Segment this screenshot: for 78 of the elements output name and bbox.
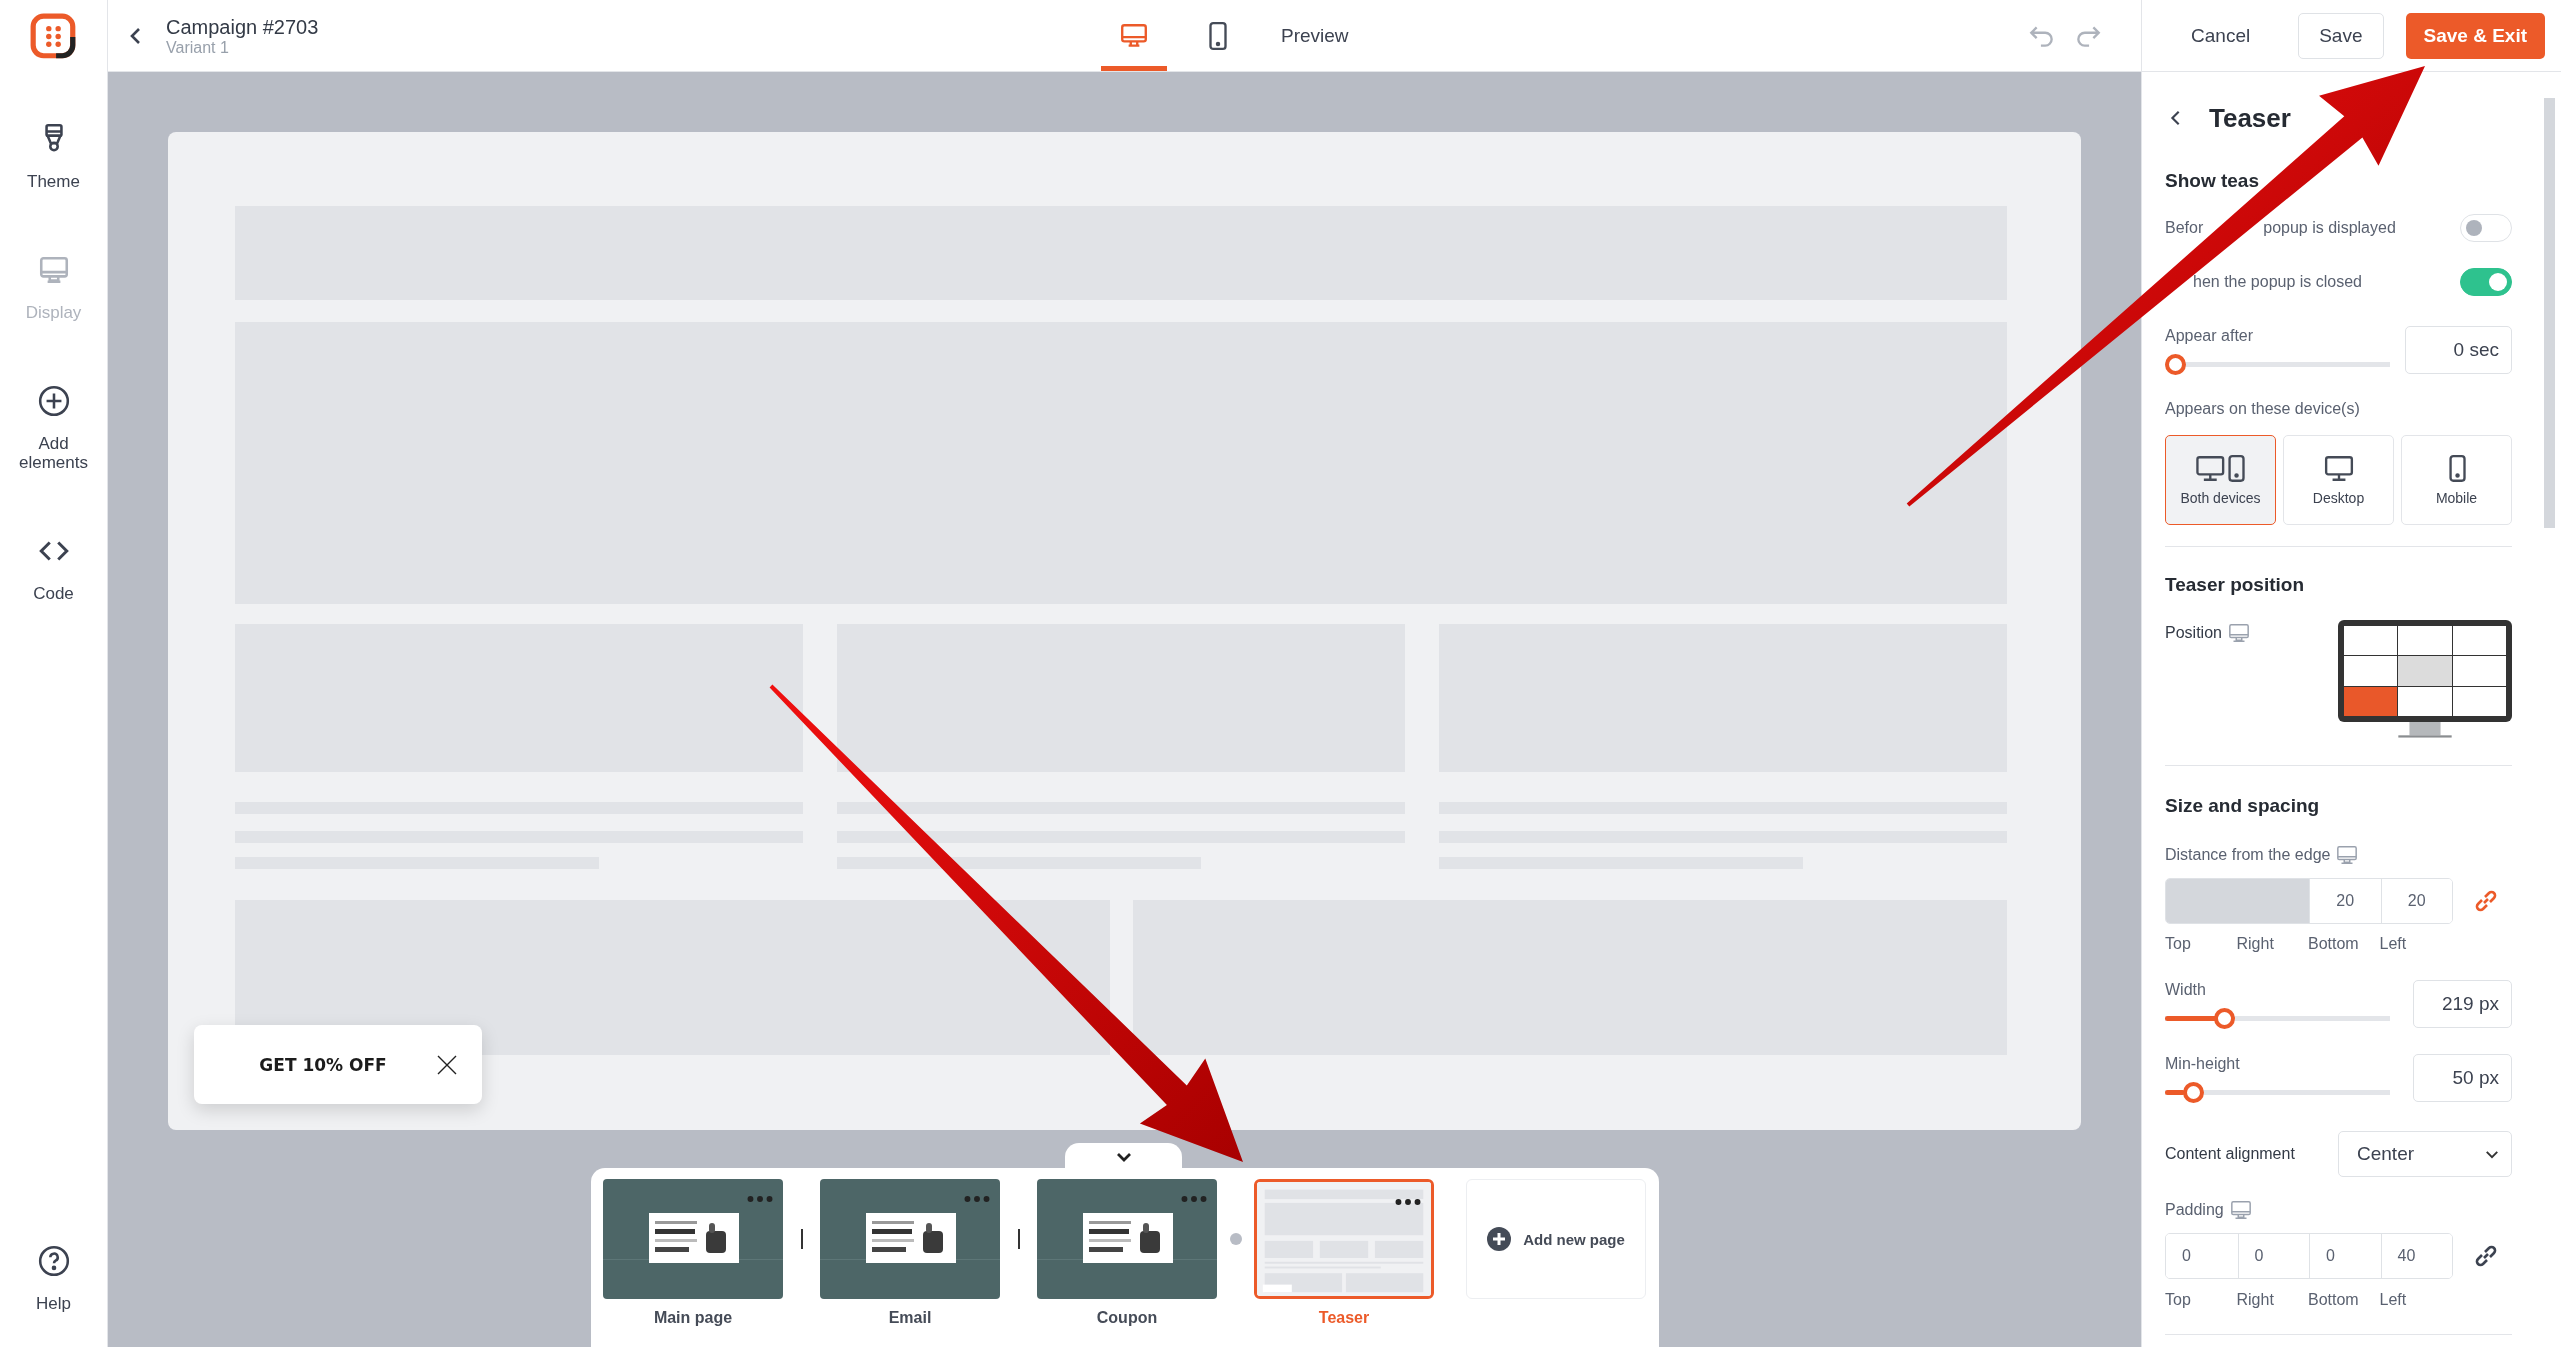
- plus-circle-icon: [1487, 1227, 1512, 1251]
- section-heading: Size and spacing: [2165, 794, 2321, 818]
- help-icon: [36, 1244, 71, 1278]
- page-label: Email: [888, 1309, 932, 1327]
- field-label: Content alignment: [2165, 1144, 2295, 1164]
- side-label: Top: [2165, 934, 2191, 954]
- field-label: Width: [2165, 980, 2207, 1000]
- sidebar-item[interactable]: Code: [8, 534, 99, 603]
- position-cell[interactable]: [2452, 686, 2506, 716]
- position-cell[interactable]: [2452, 656, 2506, 686]
- device-option[interactable]: Mobile: [2401, 435, 2512, 525]
- more-icon[interactable]: [1395, 1198, 1421, 1206]
- sidebar-item[interactable]: Add elements: [8, 384, 99, 472]
- monitor-icon: [2336, 844, 2359, 866]
- campaign-title: Campaign #2703: [166, 14, 320, 39]
- preview-button[interactable]: Preview: [1269, 0, 1361, 71]
- toggle-label: Befor: [2165, 219, 2204, 237]
- slider-thumb[interactable]: [2213, 1008, 2235, 1029]
- device-option[interactable]: Both devices: [2165, 435, 2276, 525]
- panel-title: Teaser: [2209, 102, 2291, 134]
- position-cell[interactable]: [2398, 656, 2452, 686]
- page-label: Main page: [653, 1309, 733, 1327]
- device-option[interactable]: Desktop: [2283, 435, 2394, 525]
- field-label: Distance from the edge: [2165, 845, 2331, 865]
- section-heading: Teaser position: [2165, 573, 2305, 597]
- save-button[interactable]: Save: [2298, 12, 2384, 59]
- drop-indicator: [1229, 1233, 1242, 1245]
- position-cell[interactable]: [2344, 656, 2398, 686]
- sidebar-item[interactable]: Theme: [8, 122, 99, 191]
- page-label: Teaser: [1318, 1309, 1370, 1327]
- monitor-icon: [2227, 622, 2250, 644]
- scrollbar[interactable]: [2544, 98, 2555, 528]
- page-label: Coupon: [1096, 1309, 1158, 1327]
- page-thumbnail[interactable]: [1254, 1179, 1434, 1299]
- variant-label: Variant 1: [166, 38, 230, 57]
- position-cell[interactable]: [2344, 626, 2398, 656]
- field-label: Position: [2165, 623, 2222, 643]
- field-label: Padding: [2165, 1200, 2224, 1220]
- toggle-label: popup is displayed: [2263, 219, 2396, 237]
- toggle-label: hen the popup is closed: [2193, 273, 2362, 291]
- side-label: Bottom: [2308, 1290, 2359, 1310]
- help-button[interactable]: Help: [8, 1244, 99, 1313]
- side-label: Right: [2236, 934, 2274, 954]
- plus-circle-icon: [36, 384, 71, 418]
- add-page-button[interactable]: Add new page: [1466, 1179, 1646, 1299]
- page-thumbnail[interactable]: [603, 1179, 783, 1299]
- cancel-button[interactable]: Cancel: [2185, 23, 2257, 48]
- close-icon[interactable]: [436, 1054, 457, 1075]
- side-label: Left: [2379, 934, 2407, 954]
- field-label: Appear after: [2165, 326, 2255, 346]
- side-label: Left: [2379, 1290, 2407, 1310]
- monitor-icon: [2229, 1199, 2252, 1221]
- side-label: Right: [2236, 1290, 2274, 1310]
- position-cell[interactable]: [2344, 686, 2398, 716]
- field-label: Appears on these device(s): [2165, 399, 2361, 419]
- page-thumbnail[interactable]: [820, 1179, 1000, 1299]
- number-field[interactable]: 50 px: [2413, 1054, 2512, 1102]
- field-label: Min-height: [2165, 1054, 2241, 1074]
- teaser-card[interactable]: GET 10% OFF: [194, 1025, 482, 1104]
- number-field[interactable]: 219 px: [2413, 980, 2512, 1028]
- number-field[interactable]: 0 sec: [2405, 326, 2512, 374]
- slider-thumb[interactable]: [2165, 354, 2186, 375]
- page-thumbnail[interactable]: [1037, 1179, 1217, 1299]
- desktop-mobile-icon: [2194, 454, 2247, 484]
- chevron-down-icon: [2485, 1149, 2499, 1159]
- alignment-dropdown[interactable]: Center: [2338, 1131, 2512, 1177]
- position-cell[interactable]: [2398, 626, 2452, 656]
- position-cell[interactable]: [2452, 626, 2506, 656]
- chevron-down-icon: [1115, 1151, 1132, 1162]
- toggle-switch[interactable]: [2460, 268, 2512, 296]
- side-label: Bottom: [2308, 934, 2359, 954]
- position-cell[interactable]: [2398, 686, 2452, 716]
- teaser-text: GET 10% OFF: [259, 1054, 387, 1075]
- side-label: Top: [2165, 1290, 2191, 1310]
- desktop-icon: [2323, 454, 2354, 484]
- slider-thumb[interactable]: [2183, 1082, 2205, 1103]
- section-heading: Show teas: [2165, 169, 2260, 193]
- collapse-button[interactable]: [1065, 1143, 1182, 1170]
